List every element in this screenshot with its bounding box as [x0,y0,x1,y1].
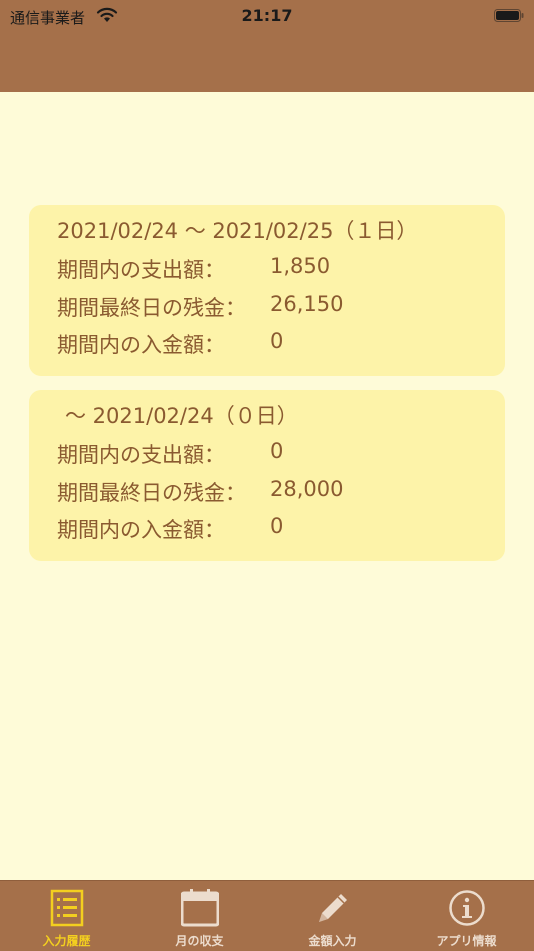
tab-label: 入力履歴 [42,934,91,948]
spent-label: 期間内の支出額： [57,258,225,282]
income-label: 期間内の入金額： [57,333,225,357]
spent-label: 期間内の支出額： [57,443,225,467]
battery-icon [494,9,524,22]
navigation-bar [0,34,534,92]
tab-input-history[interactable]: 入力履歴 [0,881,133,951]
spent-value: 0 [270,439,284,463]
income-label: 期間内の入金額： [57,518,225,542]
tab-label: 月の収支 [175,934,224,948]
balance-value: 26,150 [270,292,344,316]
tab-amount-input[interactable]: 金額入力 [266,881,399,951]
calendar-icon [181,889,219,927]
income-value: 0 [270,329,284,353]
status-time: 21:17 [241,6,293,25]
status-bar: 通信事業者 21:17 [0,0,534,34]
income-value: 0 [270,514,284,538]
balance-value: 28,000 [270,477,344,501]
period-header: 2021/02/24 〜 2021/02/25（１日） [57,219,418,243]
balance-label: 期間最終日の残金： [57,481,246,505]
info-icon [449,890,485,926]
tab-monthly-balance[interactable]: 月の収支 [133,881,266,951]
spent-value: 1,850 [270,254,331,278]
period-card[interactable]: 2021/02/24 〜 2021/02/25（１日） 期間内の支出額： 1,8… [29,205,505,376]
tab-label: アプリ情報 [436,934,497,948]
list-icon [50,889,84,927]
period-card[interactable]: 〜 2021/02/24（０日） 期間内の支出額： 0 期間最終日の残金： 28… [29,390,505,561]
balance-label: 期間最終日の残金： [57,296,246,320]
period-header: 〜 2021/02/24（０日） [65,404,298,428]
tab-bar: 入力履歴 月の収支 金額入力 アプリ情報 [0,880,534,951]
tab-app-info[interactable]: アプリ情報 [400,881,533,951]
pencil-icon [319,894,347,922]
tab-label: 金額入力 [308,934,357,948]
